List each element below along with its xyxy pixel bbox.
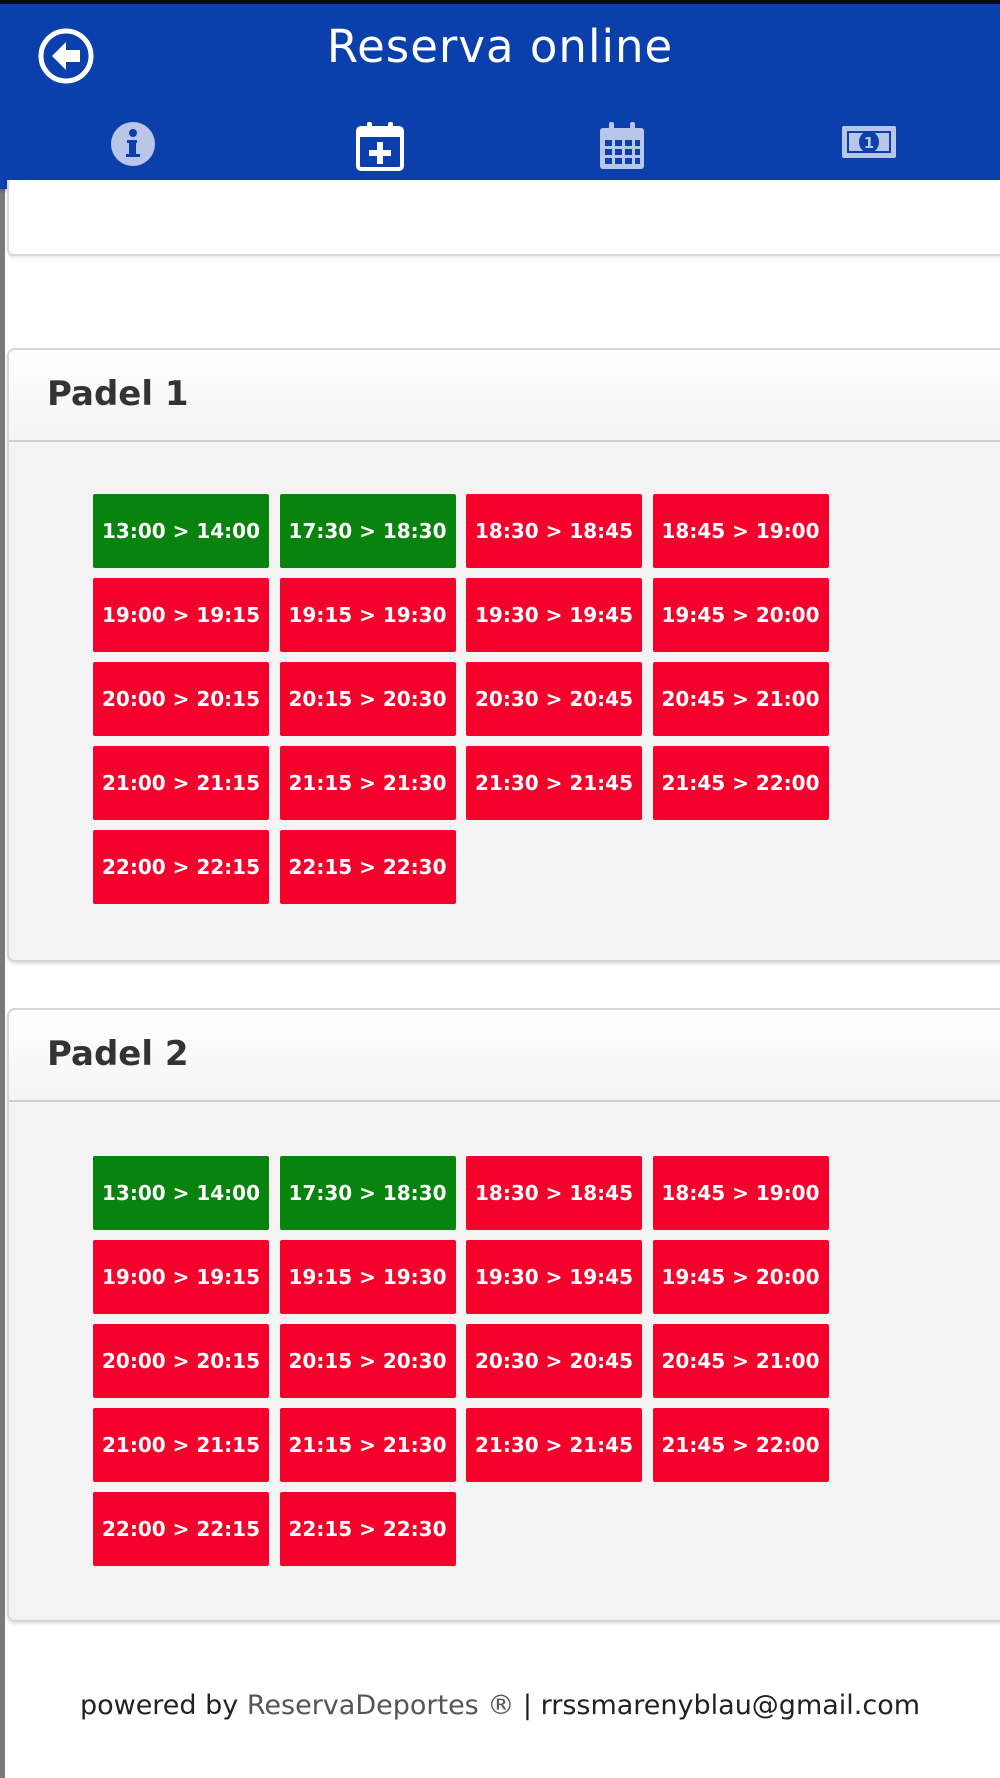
booked-slot-button[interactable]: 18:30 > 18:45: [466, 1156, 642, 1230]
money-bill-icon: 1: [841, 126, 896, 158]
booked-slot-button[interactable]: 20:45 > 21:00: [652, 1324, 829, 1398]
booked-slot-button[interactable]: 19:30 > 19:45: [466, 578, 642, 652]
available-slot-button[interactable]: 17:30 > 18:30: [279, 494, 456, 568]
court-header: Padel 2: [9, 1010, 1000, 1102]
booked-slot-button[interactable]: 22:00 > 22:15: [93, 1492, 269, 1566]
tab-info[interactable]: [15, 108, 250, 189]
booked-slot-button[interactable]: 20:00 > 20:15: [93, 1324, 269, 1398]
booked-slot-button[interactable]: 18:30 > 18:45: [466, 494, 642, 568]
booked-slot-button[interactable]: 19:45 > 20:00: [652, 1240, 829, 1314]
available-slot-button[interactable]: 17:30 > 18:30: [279, 1156, 456, 1230]
available-slot-button[interactable]: 13:00 > 14:00: [93, 494, 269, 568]
tab-payments[interactable]: 1: [751, 108, 986, 189]
info-icon: [110, 122, 155, 166]
booked-slot-button[interactable]: 19:00 > 19:15: [93, 1240, 269, 1314]
booked-slot-button[interactable]: 21:00 > 21:15: [93, 746, 269, 820]
booked-slot-button[interactable]: 21:30 > 21:45: [466, 746, 642, 820]
booked-slot-button[interactable]: 20:45 > 21:00: [652, 662, 829, 736]
booked-slot-button[interactable]: 21:00 > 21:15: [93, 1408, 269, 1482]
booked-slot-button[interactable]: 20:15 > 20:30: [279, 1324, 456, 1398]
booked-slot-button[interactable]: 18:45 > 19:00: [652, 1156, 829, 1230]
booked-slot-button[interactable]: 21:15 > 21:30: [279, 1408, 456, 1482]
booked-slot-button[interactable]: 22:15 > 22:30: [279, 1492, 456, 1566]
booked-slot-button[interactable]: 21:15 > 21:30: [279, 746, 456, 820]
app-header: Reserva online 1: [0, 0, 1000, 189]
left-edge-rail: [0, 0, 5, 1778]
booked-slot-button[interactable]: 19:00 > 19:15: [93, 578, 269, 652]
svg-text:1: 1: [863, 134, 873, 152]
court-title: Padel 1: [47, 374, 189, 414]
booked-slot-button[interactable]: 21:45 > 22:00: [652, 1408, 829, 1482]
footer-separator: |: [514, 1690, 541, 1721]
booked-slot-button[interactable]: 20:15 > 20:30: [279, 662, 456, 736]
booked-slot-button[interactable]: 20:30 > 20:45: [466, 662, 642, 736]
calendar-plus-icon: [355, 122, 404, 171]
court-title: Padel 2: [47, 1034, 189, 1074]
footer-prefix: powered by: [79, 1690, 247, 1721]
court-panel: Padel 2 13:00 > 14:00 17:30 > 18:30 18:30 …: [7, 1008, 1000, 1622]
page-title: Reserva online: [326, 20, 674, 73]
booked-slot-button[interactable]: 19:45 > 20:00: [652, 578, 829, 652]
court-header: Padel 1: [9, 350, 1000, 442]
booked-slot-button[interactable]: 21:45 > 22:00: [652, 746, 829, 820]
available-slot-button[interactable]: 13:00 > 14:00: [93, 1156, 269, 1230]
court-panel: Padel 1 13:00 > 14:00 17:30 > 18:30 18:30 …: [7, 348, 1000, 962]
brand-link[interactable]: ReservaDeportes ®: [247, 1690, 514, 1721]
booked-slot-button[interactable]: 22:15 > 22:30: [279, 830, 456, 904]
booked-slot-button[interactable]: 21:30 > 21:45: [466, 1408, 642, 1482]
booked-slot-button[interactable]: 19:15 > 19:30: [279, 1240, 456, 1314]
footer: powered by ReservaDeportes ® | rrssmaren…: [0, 1690, 1000, 1721]
booked-slot-button[interactable]: 19:30 > 19:45: [466, 1240, 642, 1314]
booked-slot-button[interactable]: 22:00 > 22:15: [93, 830, 269, 904]
contact-email[interactable]: rrssmarenyblau@gmail.com: [541, 1690, 920, 1721]
collapsed-card: [7, 180, 1000, 256]
calendar-grid-icon: [599, 122, 644, 169]
status-bar-edge: [0, 0, 1000, 4]
tab-new-booking[interactable]: [262, 108, 497, 189]
booked-slot-button[interactable]: 18:45 > 19:00: [652, 494, 829, 568]
booked-slot-button[interactable]: 20:30 > 20:45: [466, 1324, 642, 1398]
tab-calendar[interactable]: [504, 108, 739, 189]
booked-slot-button[interactable]: 20:00 > 20:15: [93, 662, 269, 736]
booked-slot-button[interactable]: 19:15 > 19:30: [279, 578, 456, 652]
